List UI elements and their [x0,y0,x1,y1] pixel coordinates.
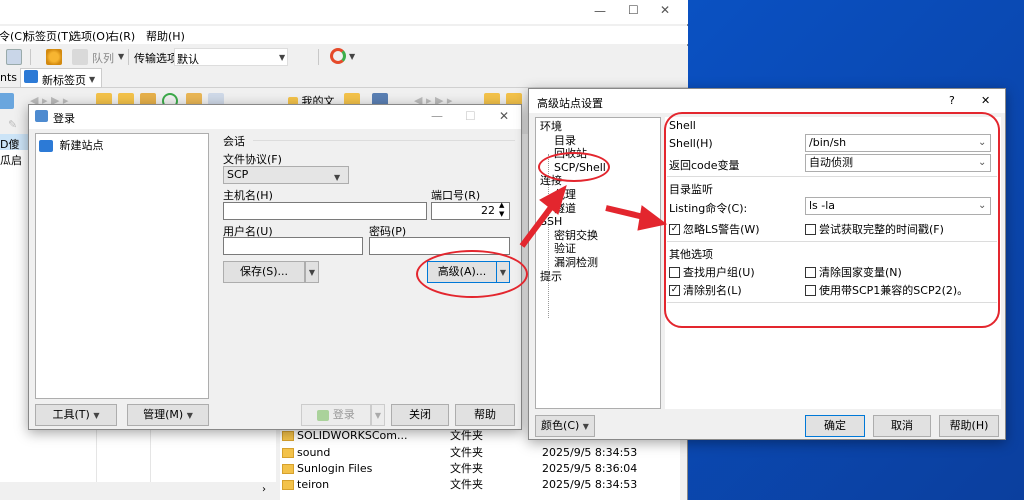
arrow-to-settings-head [637,205,668,231]
arrow-to-tree-shaft [519,204,555,248]
arrow-to-tree-head [539,184,567,215]
annotation-arrows [519,184,668,248]
